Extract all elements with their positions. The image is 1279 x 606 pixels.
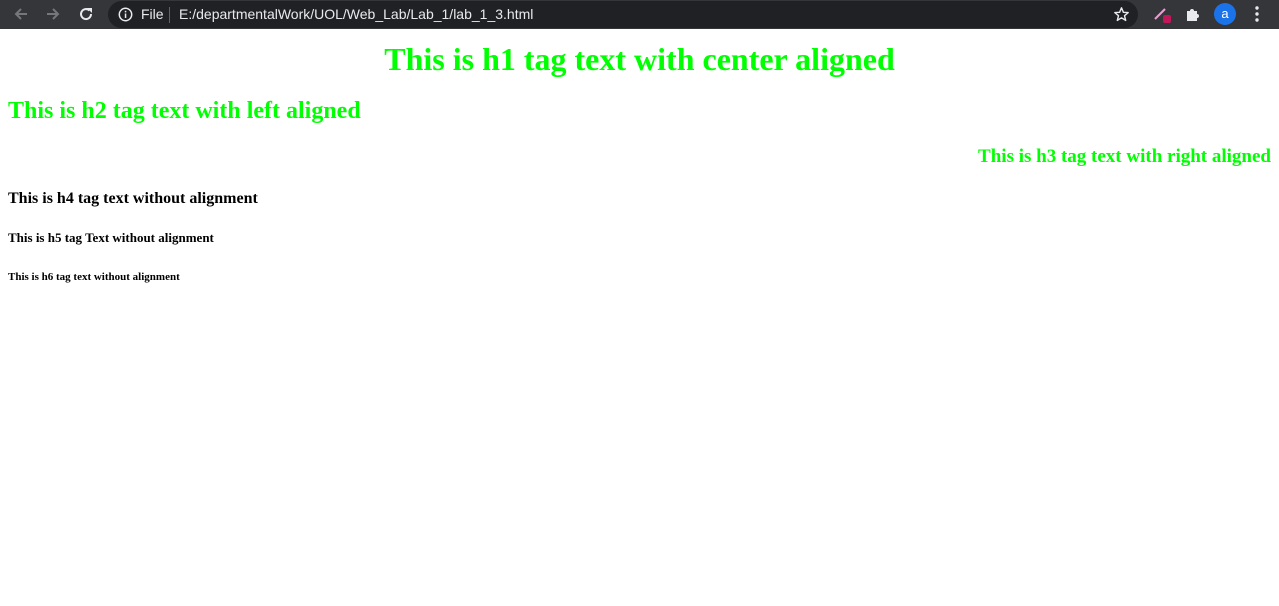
pen-extension-button[interactable] (1152, 4, 1172, 24)
browser-toolbar: File E:/departmentalWork/UOL/Web_Lab/Lab… (0, 0, 1279, 29)
info-icon[interactable] (118, 7, 133, 22)
profile-avatar[interactable]: a (1214, 3, 1236, 25)
puzzle-icon (1187, 9, 1199, 21)
heading-4: This is h4 tag text without alignment (8, 190, 258, 207)
address-bar[interactable]: File E:/departmentalWork/UOL/Web_Lab/Lab… (108, 1, 1138, 28)
back-arrow-icon (14, 8, 27, 20)
omnibox-divider (169, 7, 170, 23)
back-button[interactable] (10, 3, 32, 25)
url-text[interactable]: E:/departmentalWork/UOL/Web_Lab/Lab_1/la… (179, 6, 533, 23)
star-icon[interactable] (1113, 6, 1130, 23)
reload-button[interactable] (75, 3, 97, 25)
kebab-menu-icon (1255, 6, 1259, 22)
extensions-button[interactable] (1183, 4, 1203, 24)
heading-2: This is h2 tag text with left aligned (8, 98, 361, 124)
browser-menu-button[interactable] (1247, 4, 1267, 24)
heading-3: This is h3 tag text with right aligned (978, 146, 1271, 167)
forward-arrow-icon (47, 8, 60, 20)
heading-5: This is h5 tag Text without alignment (8, 230, 214, 245)
heading-6: This is h6 tag text without alignment (8, 271, 180, 283)
scheme-label: File (141, 6, 164, 22)
pen-extension-icon (1154, 8, 1171, 23)
reload-icon (80, 8, 93, 21)
heading-1: This is h1 tag text with center aligned (384, 41, 895, 77)
forward-button[interactable] (42, 3, 64, 25)
